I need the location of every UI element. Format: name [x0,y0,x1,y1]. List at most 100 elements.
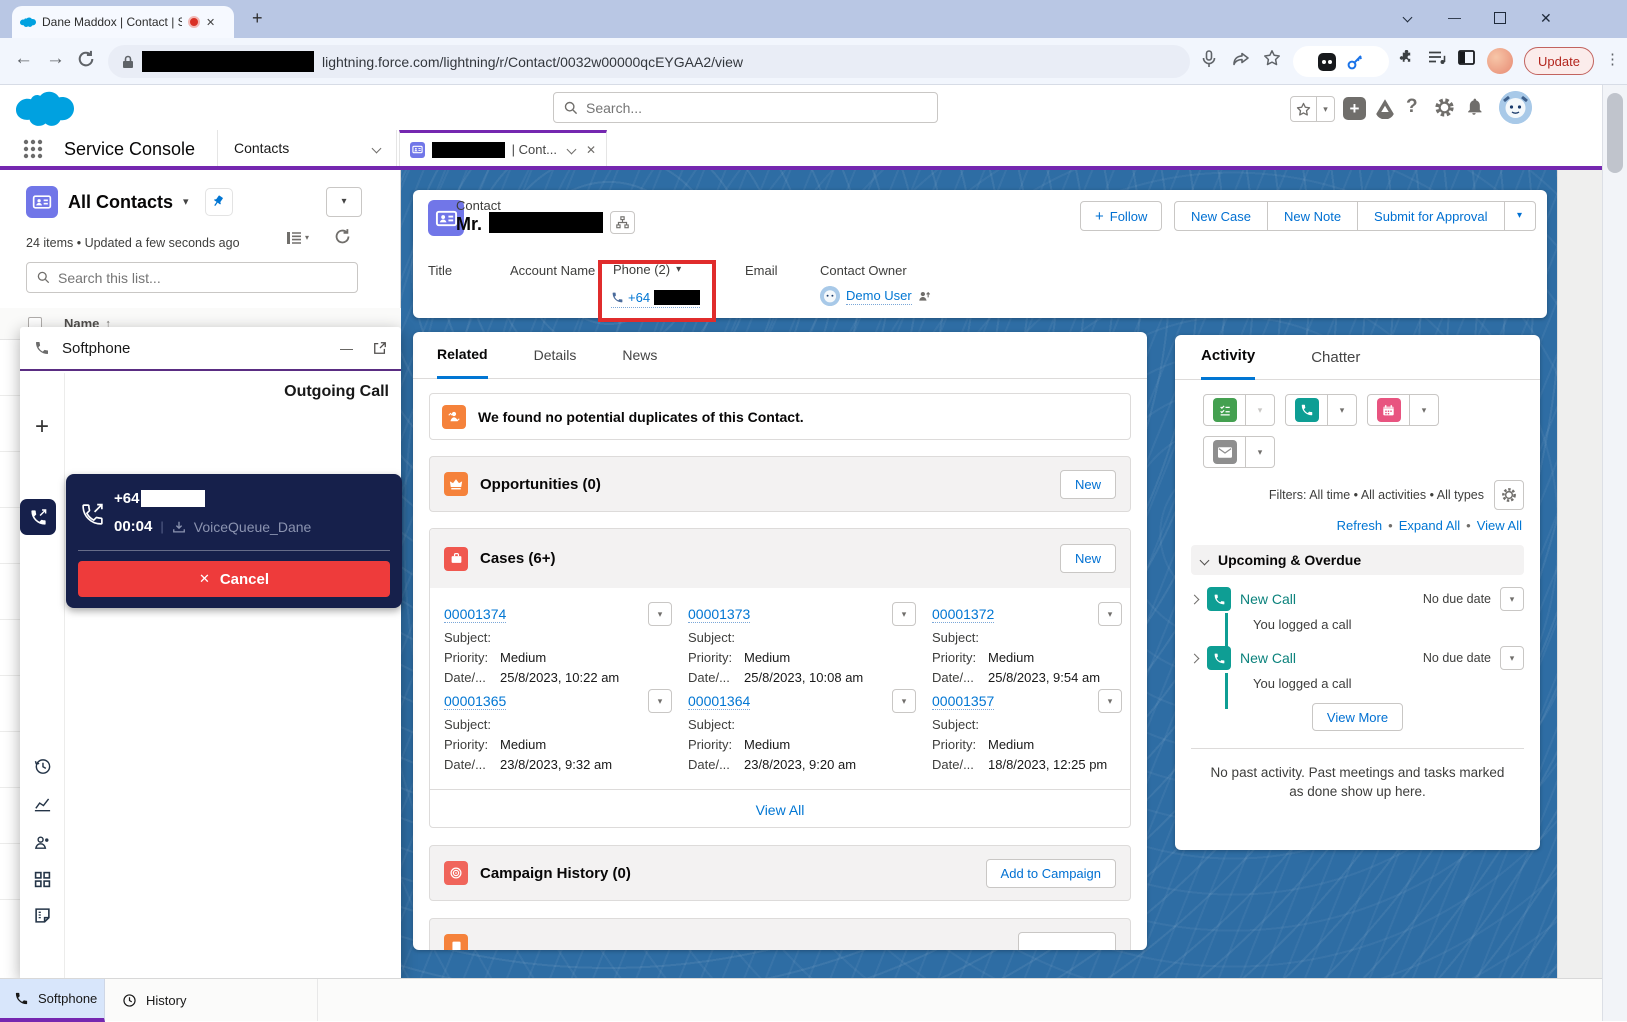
window-maximize-icon[interactable] [1494,12,1506,24]
softphone-minimize-icon[interactable]: — [340,341,353,356]
password-key-extension-icon[interactable] [1346,53,1364,71]
case-row-menu[interactable]: ▾ [892,602,916,626]
case-row-menu[interactable]: ▾ [1098,689,1122,713]
softphone-popout-icon[interactable] [373,341,387,355]
list-view-title[interactable]: All Contacts [68,192,173,213]
app-launcher-waffle-icon[interactable] [22,138,44,160]
upcoming-overdue-section[interactable]: Upcoming & Overdue [1191,545,1524,575]
log-a-call-icon[interactable] [1286,395,1328,425]
activity-expand-all-link[interactable]: Expand All [1399,518,1460,533]
back-icon[interactable]: ← [14,48,33,70]
global-actions-icon[interactable]: + [1343,97,1366,120]
workspace-tab-close-icon[interactable]: ✕ [586,143,596,157]
case-number-link[interactable]: 00001364 [688,693,750,710]
activity-refresh-link[interactable]: Refresh [1337,518,1383,533]
new-event-caret[interactable]: ▾ [1410,406,1438,415]
add-call-icon[interactable]: + [20,413,64,441]
mic-icon[interactable] [1201,50,1217,68]
extensions-puzzle-icon[interactable] [1398,50,1415,67]
list-view-caret-icon[interactable]: ▾ [183,197,189,208]
cases-view-all-link[interactable]: View All [756,802,805,818]
contacts-people-icon[interactable] [20,833,64,852]
global-search[interactable] [553,92,938,123]
submit-for-approval-button[interactable]: Submit for Approval [1358,202,1504,230]
list-search-box[interactable] [26,262,358,293]
more-actions-caret-icon[interactable]: ▾ [1505,202,1535,230]
pin-icon[interactable] [205,188,233,216]
list-search-input[interactable] [58,270,338,286]
apps-grid-icon[interactable] [20,871,64,888]
side-panel-icon[interactable] [1458,50,1475,65]
case-number-link[interactable]: 00001357 [932,693,994,710]
window-minimize-icon[interactable]: — [1448,10,1461,25]
case-row-menu[interactable]: ▾ [892,689,916,713]
new-task-caret[interactable]: ▾ [1246,406,1274,415]
stats-chart-icon[interactable] [20,795,64,814]
dock-history-tab[interactable]: History [106,979,318,1021]
activity-item-title[interactable]: New Call [1240,591,1296,607]
new-task-icon[interactable] [1204,395,1246,425]
email-caret[interactable]: ▾ [1246,448,1274,457]
setup-gear-icon[interactable] [1434,97,1455,118]
dock-softphone-tab[interactable]: Softphone [0,979,105,1022]
item-expand-chevron-icon[interactable] [1191,596,1198,603]
window-close-icon[interactable]: ✕ [1540,10,1552,27]
activity-item-menu[interactable]: ▾ [1500,587,1524,611]
global-search-input[interactable] [586,100,916,116]
section-chevron-icon[interactable] [1201,557,1208,564]
workspace-tab-chevron-icon[interactable] [568,146,575,153]
cases-title[interactable]: Cases (6+) [480,550,555,567]
tab-chatter[interactable]: Chatter [1311,349,1360,366]
cancel-call-button[interactable]: ✕ Cancel [78,561,390,597]
window-menu-chevron-icon[interactable] [1404,14,1411,21]
browser-profile-avatar[interactable] [1487,48,1513,74]
reload-icon[interactable] [77,50,95,68]
nav-tab-chevron-icon[interactable] [373,145,380,152]
active-call-nav-icon[interactable] [20,499,56,535]
refresh-list-icon[interactable] [334,228,351,245]
case-number-link[interactable]: 00001373 [688,606,750,623]
url-bar[interactable]: lightning.force.com/lightning/r/Contact/… [108,45,1190,78]
new-tab-button[interactable]: + [252,8,263,29]
user-avatar-astro[interactable] [1499,91,1532,124]
follow-button[interactable]: + Follow [1080,201,1162,231]
activity-item-title[interactable]: New Call [1240,650,1296,666]
tab-close-icon[interactable]: ✕ [206,16,215,29]
bookmark-star-icon[interactable] [1263,49,1281,67]
page-scrollbar[interactable] [1602,85,1627,1021]
owner-link[interactable]: Demo User [846,288,912,305]
favorites-star-icon[interactable] [1291,96,1317,122]
notes-icon[interactable] [20,907,64,924]
new-case-button[interactable]: New Case [1175,202,1268,230]
email-icon[interactable] [1204,437,1246,467]
activity-item-menu[interactable]: ▾ [1500,646,1524,670]
nav-tab-contacts[interactable]: Contacts [218,130,397,166]
forward-icon[interactable]: → [46,48,65,70]
tab-related[interactable]: Related [437,332,488,379]
case-row-menu[interactable]: ▾ [648,689,672,713]
view-more-button[interactable]: View More [1312,703,1403,731]
favorites-caret-icon[interactable]: ▾ [1317,105,1334,114]
display-as-icon[interactable]: ▾ [286,230,309,246]
opportunities-new-button[interactable]: New [1060,470,1116,499]
opportunities-title[interactable]: Opportunities (0) [480,476,601,493]
campaign-history-title[interactable]: Campaign History (0) [480,865,631,882]
tab-details[interactable]: Details [534,347,577,363]
tab-news[interactable]: News [622,347,657,363]
reading-list-icon[interactable] [1428,50,1446,66]
share-icon[interactable] [1232,50,1250,67]
case-row-menu[interactable]: ▾ [1098,602,1122,626]
new-note-button[interactable]: New Note [1268,202,1358,230]
activity-view-all-link[interactable]: View All [1477,518,1522,533]
case-number-link[interactable]: 00001374 [444,606,506,623]
scrollbar-thumb[interactable] [1607,93,1623,173]
item-expand-chevron-icon[interactable] [1191,655,1198,662]
workspace-tab-contact[interactable]: | Cont... ✕ [399,130,607,166]
call-history-icon[interactable] [20,757,64,776]
case-number-link[interactable]: 00001365 [444,693,506,710]
case-row-menu[interactable]: ▾ [648,602,672,626]
new-event-icon[interactable] [1368,395,1410,425]
case-number-link[interactable]: 00001372 [932,606,994,623]
org-chart-button[interactable] [610,211,635,234]
add-to-campaign-button[interactable]: Add to Campaign [986,859,1116,888]
